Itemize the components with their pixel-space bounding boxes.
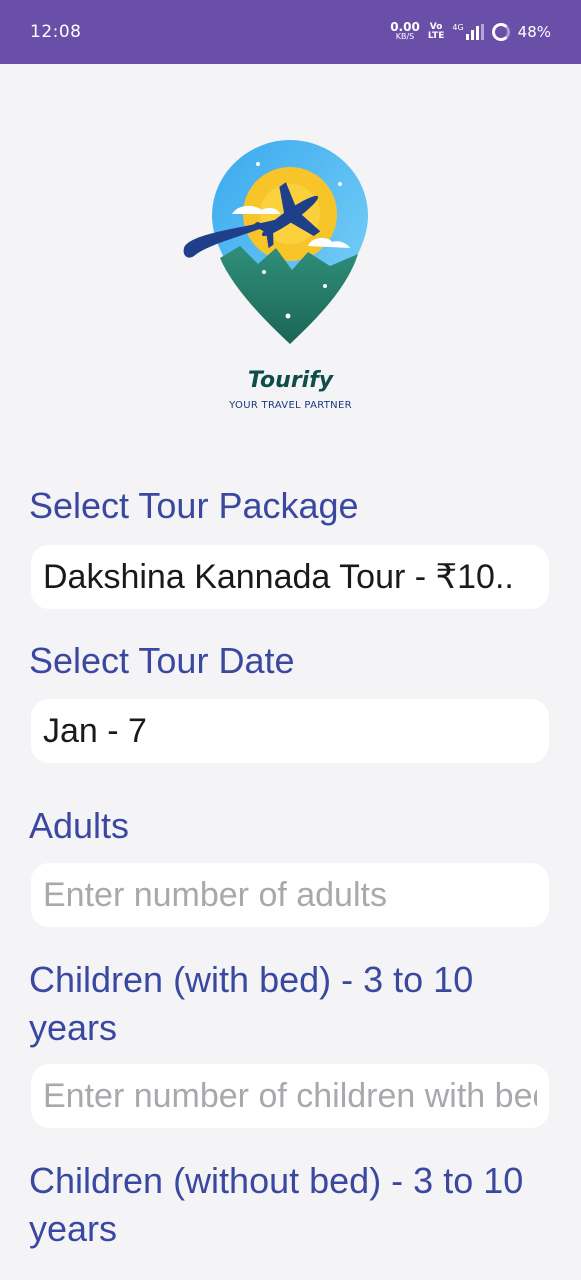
package-value: Dakshina Kannada Tour - ₹10.. <box>43 558 514 596</box>
date-value: Jan - 7 <box>43 711 147 750</box>
network-speed-unit: KB/S <box>395 32 415 41</box>
date-label: Select Tour Date <box>29 640 295 681</box>
status-icons: 0.00 KB/S Vo LTE 4G 48% <box>390 20 551 41</box>
volte-icon: Vo LTE <box>428 23 445 41</box>
network-type: 4G <box>452 23 464 32</box>
package-label: Select Tour Package <box>29 485 359 526</box>
logo-pin-icon <box>183 140 368 344</box>
brand-name: Tourify <box>247 368 334 393</box>
children-bed-input[interactable] <box>43 1076 537 1116</box>
volte-bottom: LTE <box>427 31 445 41</box>
status-time: 12:08 <box>30 22 82 42</box>
status-bar: 12:08 0.00 KB/S Vo LTE 4G 48% <box>0 0 581 64</box>
battery-percent: 48% <box>517 23 551 41</box>
children-bed-label: Children (with bed) - 3 to 10 years <box>29 959 474 1048</box>
signal-icon: 4G <box>452 23 484 40</box>
children-bed-field-container <box>31 1064 549 1128</box>
adults-field-container <box>31 863 549 927</box>
children-nobed-label: Children (without bed) - 3 to 10 years <box>29 1160 524 1249</box>
adults-label: Adults <box>29 805 130 846</box>
network-speed-value: 0.00 <box>390 20 420 34</box>
date-dropdown[interactable]: Jan - 7 <box>31 699 549 763</box>
network-speed: 0.00 KB/S <box>390 20 420 41</box>
tourify-logo <box>180 136 370 351</box>
adults-input[interactable] <box>43 875 537 915</box>
package-dropdown[interactable]: Dakshina Kannada Tour - ₹10.. <box>31 545 549 609</box>
brand-tagline: YOUR TRAVEL PARTNER <box>229 400 352 411</box>
battery-icon <box>491 23 510 41</box>
